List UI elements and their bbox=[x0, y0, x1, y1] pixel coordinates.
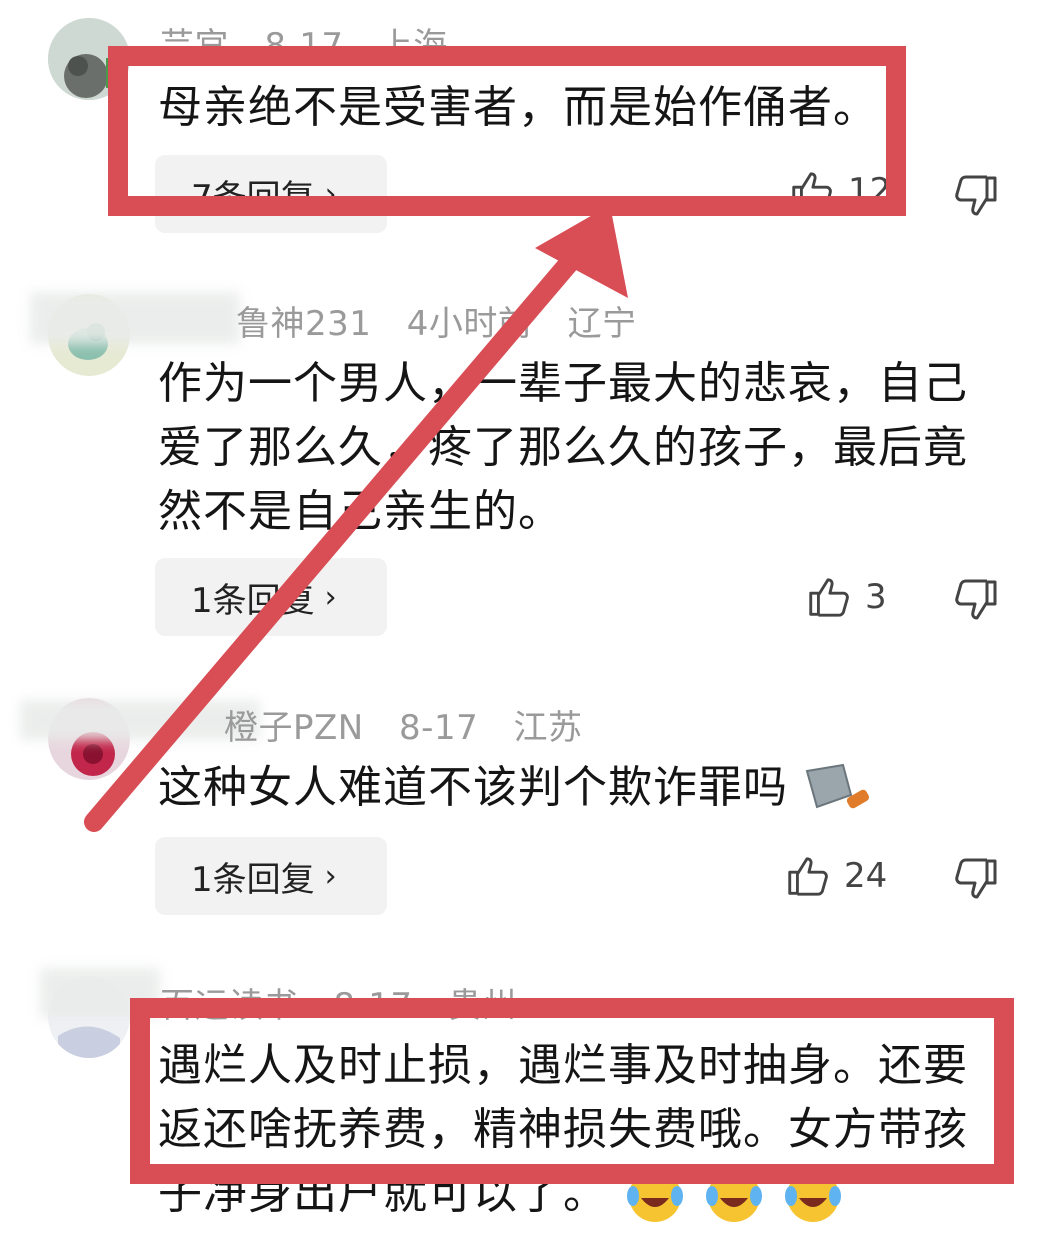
thumbs-down-icon[interactable] bbox=[953, 576, 1001, 624]
timestamp: 4小时前 bbox=[406, 304, 533, 344]
comment-meta: 芸宫 8-17 上海 bbox=[160, 18, 472, 67]
like-button[interactable]: 12 bbox=[788, 168, 891, 214]
username[interactable]: 橙子PZN bbox=[224, 708, 364, 748]
location: 辽宁 bbox=[567, 304, 637, 344]
comment-text: 母亲绝不是受害者，而是始作俑者。 bbox=[158, 82, 878, 133]
avatar[interactable] bbox=[48, 18, 130, 100]
laughing-crying-emoji bbox=[785, 1170, 841, 1222]
kitchen-knife-emoji bbox=[805, 763, 870, 809]
reply-count-label: 7条回复 bbox=[191, 177, 315, 218]
blurred-username-mask bbox=[40, 968, 160, 1018]
username[interactable]: 百运读书 bbox=[160, 986, 298, 1026]
like-button[interactable]: 3 bbox=[805, 574, 887, 620]
like-count: 24 bbox=[844, 856, 888, 896]
reply-count-label: 1条回复 bbox=[191, 580, 315, 621]
timestamp: 8-17 bbox=[399, 708, 479, 748]
like-count: 12 bbox=[848, 171, 892, 211]
location: 江苏 bbox=[513, 708, 583, 748]
timestamp: 8-17 bbox=[264, 26, 344, 66]
chevron-right-icon: › bbox=[324, 858, 337, 894]
chevron-right-icon: › bbox=[324, 176, 337, 212]
comment-meta: 百运读书 8-17 贵州 bbox=[160, 978, 541, 1027]
thumbs-up-icon bbox=[788, 857, 828, 896]
username[interactable]: 芸宫 bbox=[160, 26, 229, 66]
view-replies-button[interactable]: 1条回复 › bbox=[155, 558, 387, 636]
thumbs-up-icon bbox=[792, 172, 832, 211]
like-count: 3 bbox=[865, 577, 887, 617]
comment-text: 遇烂人及时止损，遇烂事及时抽身。还要返还啥抚养费，精神损失费哦。女方带孩子净身出… bbox=[158, 1034, 988, 1226]
view-replies-button[interactable]: 1条回复 › bbox=[155, 837, 387, 915]
username[interactable]: 鲁神231 bbox=[236, 304, 371, 344]
reply-count-label: 1条回复 bbox=[191, 859, 315, 900]
view-replies-button[interactable]: 7条回复 › bbox=[155, 155, 387, 233]
comment-meta: 鲁神231 4小时前 辽宁 bbox=[236, 296, 661, 345]
thumbs-down-icon[interactable] bbox=[953, 855, 1001, 903]
chevron-right-icon: › bbox=[324, 579, 337, 615]
comment-text: 这种女人难道不该判个欺诈罪吗 bbox=[158, 756, 988, 820]
comment-text: 作为一个男人，一辈子最大的悲哀，自己爱了那么久，疼了那么久的孩子，最后竟然不是自… bbox=[158, 358, 968, 537]
location: 上海 bbox=[378, 26, 448, 66]
thumbs-down-icon[interactable] bbox=[953, 172, 1001, 220]
comment-text-content: 遇烂人及时止损，遇烂事及时抽身。还要返还啥抚养费，精神损失费哦。女方带孩子净身出… bbox=[158, 1040, 968, 1219]
blurred-username-mask bbox=[30, 292, 240, 344]
like-button[interactable]: 24 bbox=[784, 853, 887, 899]
location: 贵州 bbox=[447, 986, 517, 1026]
laughing-crying-emoji bbox=[627, 1170, 683, 1222]
comment-text-content: 这种女人难道不该判个欺诈罪吗 bbox=[158, 762, 788, 813]
timestamp: 8-17 bbox=[333, 986, 413, 1026]
comment-meta: 橙子PZN 8-17 江苏 bbox=[224, 700, 607, 749]
thumbs-up-icon bbox=[809, 578, 849, 617]
laughing-crying-emoji bbox=[706, 1170, 762, 1222]
